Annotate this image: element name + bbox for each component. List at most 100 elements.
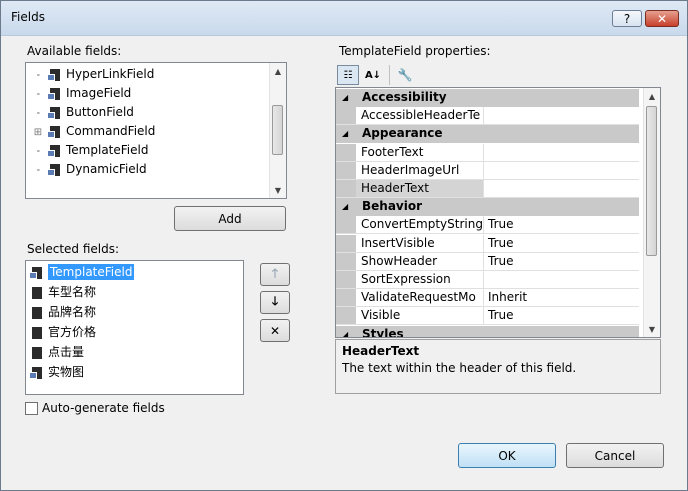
property-row[interactable]: AccessibleHeaderTe <box>336 107 641 126</box>
alphabetical-view-button[interactable]: A↓ <box>362 65 384 85</box>
selected-field-item[interactable]: 车型名称 <box>32 283 96 302</box>
selected-field-item[interactable]: 官方价格 <box>32 323 96 342</box>
row-margin <box>336 216 356 234</box>
collapse-icon[interactable]: ◢ <box>342 326 348 337</box>
property-value[interactable] <box>485 180 641 197</box>
ok-button[interactable]: OK <box>458 443 556 468</box>
property-value[interactable]: True <box>485 216 641 233</box>
property-name: SortExpression <box>356 271 484 288</box>
collapse-icon[interactable]: ◢ <box>342 125 348 142</box>
property-pages-button[interactable]: 🔧 <box>395 65 415 85</box>
available-field-label: DynamicField <box>66 162 147 176</box>
autogenerate-checkbox[interactable] <box>25 402 38 415</box>
property-value[interactable]: Inherit <box>485 289 641 306</box>
selected-field-item[interactable]: 点击量 <box>32 343 84 362</box>
property-value[interactable] <box>485 144 641 161</box>
dynamic-field-icon <box>47 163 60 176</box>
selected-fields-list[interactable]: TemplateField 车型名称品牌名称官方价格点击量实物图 <box>25 260 244 395</box>
property-value[interactable] <box>485 107 641 124</box>
scroll-down-arrow-icon[interactable]: ▼ <box>270 182 286 198</box>
property-name: ValidateRequestMo <box>356 289 484 307</box>
scroll-thumb[interactable] <box>272 105 283 155</box>
row-margin <box>336 180 356 197</box>
category-label: Appearance <box>362 126 443 141</box>
available-field-item[interactable]: ·····ButtonField <box>26 103 134 121</box>
delete-icon: ✕ <box>269 323 281 338</box>
category-label: Styles <box>362 326 404 337</box>
delete-field-button[interactable]: ✕ <box>260 319 290 342</box>
category-label: Behavior <box>362 199 423 214</box>
available-fields-tree[interactable]: ·····HyperLinkField·····ImageField·····B… <box>25 62 287 199</box>
property-value[interactable] <box>485 271 641 288</box>
close-button[interactable]: ✕ <box>645 10 679 27</box>
toolbar-divider <box>389 65 390 85</box>
fields-dialog: Fields ? ✕ Available fields: ·····HyperL… <box>0 0 688 491</box>
properties-scrollbar[interactable]: ▲ ▼ <box>643 88 660 337</box>
autogenerate-label: Auto-generate fields <box>42 401 165 415</box>
selected-field-label: 点击量 <box>48 345 85 359</box>
available-scrollbar[interactable]: ▲ ▼ <box>269 63 286 198</box>
property-value[interactable]: True <box>485 253 641 270</box>
scroll-thumb[interactable] <box>646 106 657 256</box>
available-field-item[interactable]: ·····HyperLinkField <box>26 65 154 83</box>
property-row[interactable]: SortExpression <box>336 271 639 289</box>
property-row[interactable]: FooterText <box>336 143 641 162</box>
scroll-up-arrow-icon[interactable]: ▲ <box>270 63 286 79</box>
property-row[interactable]: InsertVisible True <box>336 234 641 253</box>
selected-field-item[interactable]: 实物图 <box>29 363 85 382</box>
categorized-view-button[interactable]: ☷ <box>337 65 359 85</box>
property-category[interactable]: ◢ Behavior <box>336 198 639 217</box>
selected-field-label: TemplateField <box>48 264 135 280</box>
property-name: HeaderText <box>356 180 484 197</box>
property-row[interactable]: ConvertEmptyString True <box>336 216 641 235</box>
property-row[interactable]: ValidateRequestMo Inherit <box>336 289 641 308</box>
row-margin <box>336 143 356 161</box>
collapse-icon[interactable]: ◢ <box>342 89 348 106</box>
property-grid[interactable]: ◢ Accessibility AccessibleHeaderTe ◢ Appeara… <box>335 87 661 338</box>
available-field-item[interactable]: ·····TemplateField <box>26 141 148 159</box>
property-value[interactable]: True <box>485 307 641 324</box>
property-row[interactable]: HeaderText <box>336 180 639 198</box>
bound-field-icon <box>32 286 42 299</box>
selected-field-label: 车型名称 <box>48 285 97 299</box>
property-value[interactable]: True <box>485 235 641 252</box>
available-fields-label: Available fields: <box>27 44 122 58</box>
available-field-label: CommandField <box>66 124 156 138</box>
property-category[interactable]: ◢ Accessibility <box>336 89 639 107</box>
available-field-label: TemplateField <box>66 143 149 157</box>
property-row[interactable]: ShowHeader True <box>336 252 641 271</box>
help-button[interactable]: ? <box>612 10 642 27</box>
collapse-icon[interactable]: ◢ <box>342 198 348 215</box>
selected-field-item[interactable]: TemplateField <box>29 263 135 282</box>
row-margin <box>336 107 356 125</box>
move-up-button[interactable]: 🡑 <box>260 263 290 286</box>
properties-label: TemplateField properties: <box>339 44 491 58</box>
sort-az-icon: A↓ <box>364 69 382 81</box>
cancel-button[interactable]: Cancel <box>566 443 664 468</box>
selected-field-label: 实物图 <box>48 365 85 379</box>
property-row[interactable]: HeaderImageUrl <box>336 161 641 180</box>
property-name: HeaderImageUrl <box>356 161 484 179</box>
scroll-down-arrow-icon[interactable]: ▼ <box>644 321 660 337</box>
button-field-icon <box>47 106 60 119</box>
command-field-icon <box>47 125 60 138</box>
selected-field-label: 品牌名称 <box>48 305 97 319</box>
selected-field-item[interactable]: 品牌名称 <box>32 303 96 322</box>
template-field-icon <box>47 144 60 157</box>
available-field-item[interactable]: ·····ImageField <box>26 84 131 102</box>
wrench-icon: 🔧 <box>397 68 413 82</box>
scroll-up-arrow-icon[interactable]: ▲ <box>644 88 660 104</box>
property-description-panel: HeaderText The text within the header of… <box>335 339 661 394</box>
available-field-item[interactable]: ·····DynamicField <box>26 160 147 178</box>
description-title: HeaderText <box>342 344 420 358</box>
move-down-button[interactable]: 🡓 <box>260 291 290 314</box>
available-field-item[interactable]: ⊞ CommandField <box>26 122 156 140</box>
property-category[interactable]: ◢ Appearance <box>336 125 639 144</box>
property-category[interactable]: ◢ Styles <box>336 325 639 337</box>
template-field-icon <box>29 266 42 279</box>
row-margin <box>336 289 356 307</box>
add-button[interactable]: Add <box>174 206 286 231</box>
available-field-label: HyperLinkField <box>66 67 155 81</box>
property-row[interactable]: Visible True <box>336 307 641 326</box>
property-value[interactable] <box>485 162 641 179</box>
